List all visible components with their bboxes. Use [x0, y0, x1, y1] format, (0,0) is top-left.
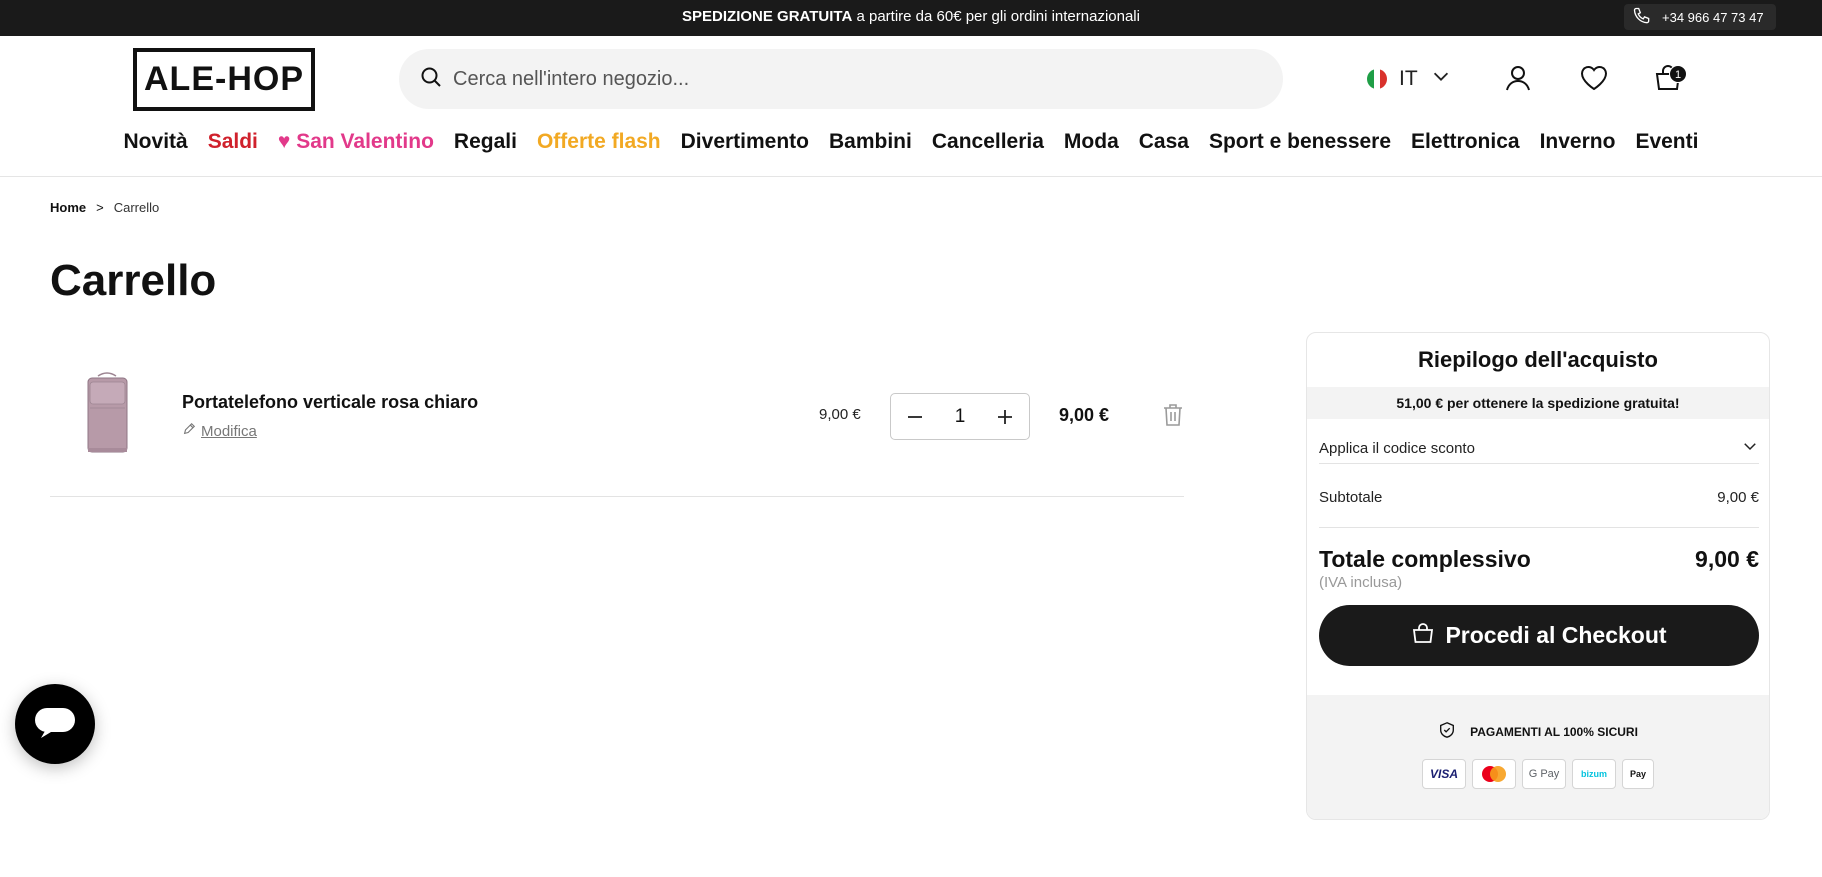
cart-icon: [1652, 65, 1684, 98]
nav-item-san-valentino[interactable]: ♥ San Valentino: [278, 130, 434, 162]
nav-item-eventi[interactable]: Eventi: [1635, 130, 1698, 162]
total-label: Totale complessivo: [1319, 546, 1531, 572]
mastercard-icon: [1472, 759, 1516, 789]
cart-row-divider: [50, 496, 1184, 497]
user-icon: [1502, 66, 1534, 98]
nav-item-regali[interactable]: Regali: [454, 130, 517, 162]
nav-item-moda[interactable]: Moda: [1064, 130, 1119, 162]
total-value: 9,00 €: [1695, 546, 1759, 572]
shopping-bag-icon: [1411, 621, 1435, 651]
cart-count-badge: 1: [1669, 65, 1687, 83]
nav-item-cancelleria[interactable]: Cancelleria: [932, 130, 1044, 162]
chevron-down-icon: [1741, 437, 1759, 459]
breadcrumb-separator: >: [96, 200, 104, 215]
breadcrumb-current: Carrello: [113, 200, 160, 215]
search-bar[interactable]: [399, 49, 1283, 109]
breadcrumb: Home > Carrello: [50, 200, 159, 215]
shipping-promo: SPEDIZIONE GRATUITA a partire da 60€ per…: [0, 0, 1822, 36]
nav-item-sport[interactable]: Sport e benessere: [1209, 130, 1391, 162]
bizum-card: bizum: [1572, 759, 1616, 789]
secure-payments-label: PAGAMENTI AL 100% SICURI: [1470, 724, 1638, 739]
quantity-value[interactable]: 1: [955, 406, 966, 428]
discount-code-label: Applica il codice sconto: [1319, 439, 1475, 457]
main-navigation: Novità Saldi ♥ San Valentino Regali Offe…: [0, 130, 1822, 162]
promo-bold: SPEDIZIONE GRATUITA: [682, 8, 853, 25]
language-selector[interactable]: IT: [1367, 64, 1452, 94]
wishlist-button[interactable]: [1578, 62, 1610, 94]
visa-card: VISA: [1422, 759, 1466, 789]
account-button[interactable]: [1502, 62, 1534, 94]
ale-hop-logo[interactable]: ALE-HOP: [133, 48, 315, 111]
decrease-quantity-button[interactable]: [903, 405, 927, 429]
phone-icon: [1632, 6, 1652, 29]
chevron-down-icon: [1430, 65, 1452, 93]
quantity-stepper: 1: [890, 393, 1030, 440]
product-name[interactable]: Portatelefono verticale rosa chiaro: [182, 392, 478, 413]
italy-flag-icon: [1367, 69, 1387, 89]
secure-payments-panel: PAGAMENTI AL 100% SICURI VISA G Pay bizu…: [1307, 695, 1769, 819]
summary-divider: [1319, 463, 1759, 464]
language-label: IT: [1399, 67, 1418, 90]
shield-check-icon: [1438, 721, 1456, 742]
increase-quantity-button[interactable]: [993, 405, 1017, 429]
summary-divider: [1319, 527, 1759, 528]
edit-label: Modifica: [201, 422, 257, 440]
page-title: Carrello: [50, 256, 217, 305]
plus-icon: [997, 409, 1012, 424]
minus-icon: [908, 415, 922, 418]
nav-item-inverno[interactable]: Inverno: [1540, 130, 1616, 162]
chat-widget-button[interactable]: [15, 684, 95, 764]
order-summary: Riepilogo dell'acquisto 51,00 € per otte…: [1306, 332, 1770, 820]
nav-item-offerte-flash[interactable]: Offerte flash: [537, 130, 661, 162]
nav-item-saldi[interactable]: Saldi: [208, 130, 258, 162]
nav-item-bambini[interactable]: Bambini: [829, 130, 912, 162]
google-pay-card: G Pay: [1522, 759, 1566, 789]
trash-icon: [1162, 404, 1184, 431]
discount-code-toggle[interactable]: Applica il codice sconto: [1319, 429, 1759, 467]
total-row: Totale complessivo 9,00 €: [1319, 546, 1759, 573]
breadcrumb-home[interactable]: Home: [50, 200, 86, 215]
search-input[interactable]: [453, 67, 1253, 91]
apple-pay-card: Pay: [1622, 759, 1654, 789]
promo-text: a partire da 60€ per gli ordini internaz…: [852, 8, 1140, 25]
subtotal-label: Subtotale: [1319, 489, 1383, 506]
search-icon: [419, 65, 443, 94]
product-thumbnail[interactable]: [70, 370, 145, 460]
payment-methods: VISA G Pay bizum Pay: [1307, 759, 1769, 789]
top-bar: SPEDIZIONE GRATUITA a partire da 60€ per…: [0, 0, 1822, 36]
nav-item-elettronica[interactable]: Elettronica: [1411, 130, 1520, 162]
heart-icon: [1578, 65, 1610, 98]
remove-item-button[interactable]: [1162, 403, 1184, 427]
unit-price: 9,00 €: [819, 406, 861, 423]
free-shipping-note: 51,00 € per ottenere la spedizione gratu…: [1307, 387, 1769, 419]
summary-title: Riepilogo dell'acquisto: [1418, 347, 1658, 372]
line-total: 9,00 €: [1059, 405, 1110, 425]
header-divider: [0, 176, 1822, 177]
phone-contact[interactable]: +34 966 47 73 47: [1624, 4, 1776, 30]
chat-icon: [33, 704, 77, 745]
checkout-button[interactable]: Procedi al Checkout: [1319, 605, 1759, 666]
subtotal-row: Subtotale 9,00 €: [1319, 489, 1759, 506]
nav-item-casa[interactable]: Casa: [1139, 130, 1189, 162]
vat-note: (IVA inclusa): [1319, 574, 1403, 591]
secure-payments-row: PAGAMENTI AL 100% SICURI: [1307, 721, 1769, 742]
checkout-label: Procedi al Checkout: [1445, 622, 1667, 648]
pencil-icon: [182, 422, 196, 440]
nav-item-divertimento[interactable]: Divertimento: [681, 130, 809, 162]
phone-number: +34 966 47 73 47: [1662, 9, 1764, 25]
subtotal-value: 9,00 €: [1717, 489, 1759, 506]
nav-item-novita[interactable]: Novità: [124, 130, 188, 162]
edit-item-link[interactable]: Modifica: [182, 422, 257, 440]
